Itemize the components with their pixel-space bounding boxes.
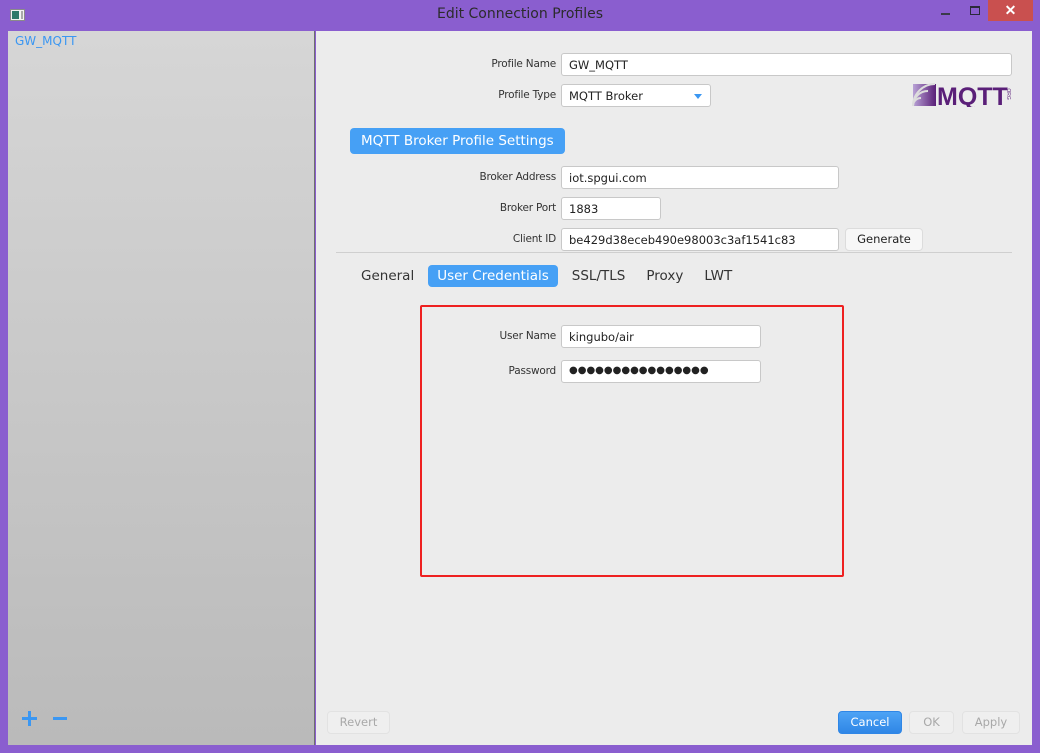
tab-general[interactable]: General [354,265,421,287]
apply-button[interactable]: Apply [962,711,1020,734]
username-label: User Name [499,330,557,342]
close-button[interactable]: ✕ [988,0,1033,21]
add-profile-button[interactable] [22,711,38,727]
broker-settings-header: MQTT Broker Profile Settings [350,128,565,154]
window-title: Edit Connection Profiles [436,6,604,22]
minimize-icon [940,12,950,15]
minimize-button[interactable] [930,0,960,21]
profile-type-select[interactable]: MQTT Broker [561,84,711,107]
profile-type-value: MQTT Broker [569,89,643,103]
broker-address-input[interactable]: iot.spgui.com [561,166,839,189]
client-id-input[interactable]: be429d38eceb490e98003c3af1541c83 [561,228,839,251]
broker-port-input[interactable]: 1883 [561,197,661,220]
profile-list-item[interactable]: GW_MQTT [15,34,76,48]
mqtt-logo: MQTT .ORG [912,83,1011,107]
chevron-down-icon [694,94,702,99]
profile-settings-panel: Profile Name GW_MQTT Profile Type MQTT B… [316,31,1032,745]
revert-button[interactable]: Revert [327,711,390,734]
tab-user-credentials[interactable]: User Credentials [428,265,558,287]
close-icon: ✕ [1004,2,1017,18]
username-input[interactable]: kingubo/air [561,325,761,348]
profile-type-label: Profile Type [498,89,556,101]
ok-button[interactable]: OK [909,711,954,734]
maximize-button[interactable] [960,0,990,21]
broker-address-label: Broker Address [479,171,556,183]
profile-list-sidebar: GW_MQTT [8,31,315,745]
section-divider [336,252,1012,253]
edit-connection-profiles-window: Edit Connection Profiles ✕ GW_MQTT Profi… [0,0,1040,753]
password-label: Password [508,365,557,377]
mqtt-logo-suffix: .ORG [1005,87,1011,100]
password-input[interactable]: ●●●●●●●●●●●●●●●● [561,360,761,383]
tab-ssl-tls[interactable]: SSL/TLS [565,265,633,287]
broker-port-label: Broker Port [499,202,556,214]
title-bar[interactable]: Edit Connection Profiles ✕ [0,0,1040,31]
tab-proxy[interactable]: Proxy [639,265,690,287]
mqtt-logo-text: MQTT [937,83,1008,107]
maximize-icon [970,6,980,15]
settings-tabs: General User Credentials SSL/TLS Proxy L… [354,265,746,287]
profile-name-input[interactable]: GW_MQTT [561,53,1012,76]
remove-profile-button[interactable] [53,711,69,727]
tab-lwt[interactable]: LWT [697,265,739,287]
generate-button[interactable]: Generate [845,228,923,251]
client-id-label: Client ID [512,233,556,245]
cancel-button[interactable]: Cancel [838,711,902,734]
profile-name-label: Profile Name [491,58,556,70]
